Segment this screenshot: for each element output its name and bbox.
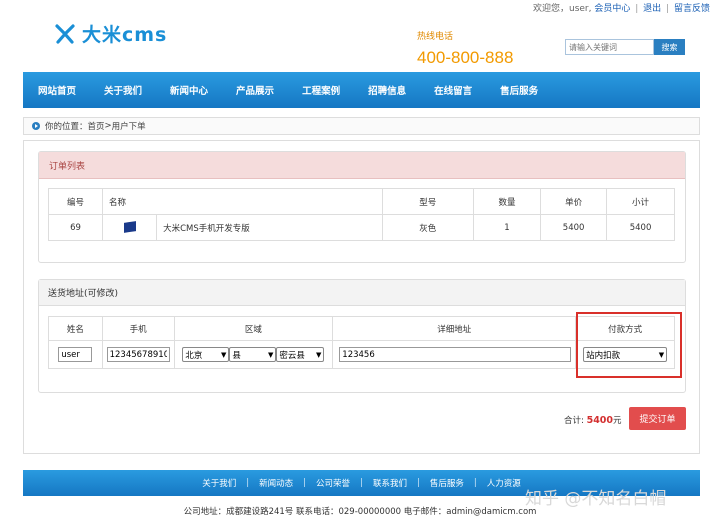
breadcrumb-prefix: 你的位置： xyxy=(45,122,88,132)
footer-link-contact[interactable]: 联系我们 xyxy=(373,477,407,489)
greeting-text: 欢迎您，user, xyxy=(532,4,592,14)
breadcrumb: 你的位置： 首页 > 用户下单 xyxy=(23,117,700,135)
breadcrumb-separator: > xyxy=(104,121,112,131)
province-select[interactable]: 北京 ▼ xyxy=(182,347,230,362)
product-qty: 1 xyxy=(472,214,542,241)
product-image-icon xyxy=(123,221,136,234)
feedback-link[interactable]: 留言反馈 xyxy=(674,4,710,14)
search-button[interactable]: 搜索 xyxy=(654,39,685,55)
site-logo[interactable]: 大米cms xyxy=(54,20,167,47)
total-label: 合计: xyxy=(564,416,584,426)
payment-highlight-box xyxy=(576,312,682,378)
order-table-header: 编号 名称 型号 数量 单价 小计 xyxy=(47,188,675,215)
product-model: 灰色 xyxy=(381,214,474,241)
col-subtotal: 小计 xyxy=(606,188,675,215)
total-unit: 元 xyxy=(613,416,622,426)
footer-link-honors[interactable]: 公司荣誉 xyxy=(316,477,350,489)
col-qty: 数量 xyxy=(472,188,542,215)
address-panel-title: 送货地址(可修改) xyxy=(39,280,685,306)
chevron-down-icon: ▼ xyxy=(316,350,322,359)
search-box: 搜索 xyxy=(565,39,685,55)
product-price: 5400 xyxy=(540,214,608,241)
chevron-down-icon: ▼ xyxy=(268,350,274,359)
col-region: 区域 xyxy=(173,316,334,341)
district-value: 密云县 xyxy=(279,350,305,361)
footer-link-about[interactable]: 关于我们 xyxy=(202,477,236,489)
nav-item-jobs[interactable]: 招聘信息 xyxy=(368,83,406,97)
nav-item-service[interactable]: 售后服务 xyxy=(500,83,538,97)
product-subtotal: 5400 xyxy=(606,214,675,241)
nav-item-products[interactable]: 产品展示 xyxy=(236,83,274,97)
province-value: 北京 xyxy=(185,350,203,361)
col-detail-address: 详细地址 xyxy=(332,316,577,341)
nav-item-cases[interactable]: 工程案例 xyxy=(302,83,340,97)
city-value: 县 xyxy=(232,350,241,361)
watermark: 知乎 @不知名白帽 xyxy=(525,489,667,509)
city-select[interactable]: 县 ▼ xyxy=(229,347,277,362)
col-id: 编号 xyxy=(47,188,104,215)
product-thumbnail[interactable] xyxy=(102,214,158,241)
hotline-number: 400-800-888 xyxy=(417,48,514,67)
breadcrumb-home[interactable]: 首页 xyxy=(88,120,105,132)
col-phone: 手机 xyxy=(101,316,175,341)
footer-link-hr[interactable]: 人力资源 xyxy=(487,477,521,489)
chevron-down-icon: ▼ xyxy=(221,350,227,359)
member-center-link[interactable]: 会员中心 xyxy=(594,4,630,14)
total-amount: 5400 xyxy=(586,415,614,426)
logout-link[interactable]: 退出 xyxy=(643,4,661,14)
table-row: 69 大米CMS手机开发专版 灰色 1 5400 5400 xyxy=(47,214,675,241)
district-select[interactable]: 密云县 ▼ xyxy=(276,347,325,362)
logo-text: 大米cms xyxy=(82,24,168,46)
search-input[interactable] xyxy=(565,39,654,55)
breadcrumb-current: 用户下单 xyxy=(111,122,146,132)
phone-input[interactable] xyxy=(106,347,170,362)
col-model: 型号 xyxy=(381,188,474,215)
detail-address-input[interactable] xyxy=(339,347,572,362)
product-name[interactable]: 大米CMS手机开发专版 xyxy=(156,214,383,241)
col-price: 单价 xyxy=(540,188,608,215)
main-nav: 网站首页 关于我们 新闻中心 产品展示 工程案例 招聘信息 在线留言 售后服务 xyxy=(23,72,700,108)
order-total: 合计: 5400元 xyxy=(564,414,622,426)
top-bar: 欢迎您，user, 会员中心 | 退出 | 留言反馈 xyxy=(532,4,710,14)
nav-item-news[interactable]: 新闻中心 xyxy=(170,83,208,97)
nav-item-home[interactable]: 网站首页 xyxy=(38,83,76,97)
order-id: 69 xyxy=(47,214,104,241)
hotline-label: 热线电话 xyxy=(417,32,454,42)
col-recipient-name: 姓名 xyxy=(48,316,103,341)
footer-link-service[interactable]: 售后服务 xyxy=(430,477,464,489)
order-table: 编号 名称 型号 数量 单价 小计 69 大米CMS手机开发专版 灰色 1 54… xyxy=(47,188,675,241)
nav-item-message[interactable]: 在线留言 xyxy=(434,83,472,97)
footer-link-news[interactable]: 新闻动态 xyxy=(259,477,293,489)
recipient-name-input[interactable] xyxy=(58,347,93,362)
nav-item-about[interactable]: 关于我们 xyxy=(104,83,142,97)
dami-logo-icon xyxy=(55,23,75,44)
col-name: 名称 xyxy=(102,188,383,215)
play-circle-icon xyxy=(32,122,40,130)
submit-order-button[interactable]: 提交订单 xyxy=(629,407,686,430)
order-panel-title: 订单列表 xyxy=(39,152,685,179)
